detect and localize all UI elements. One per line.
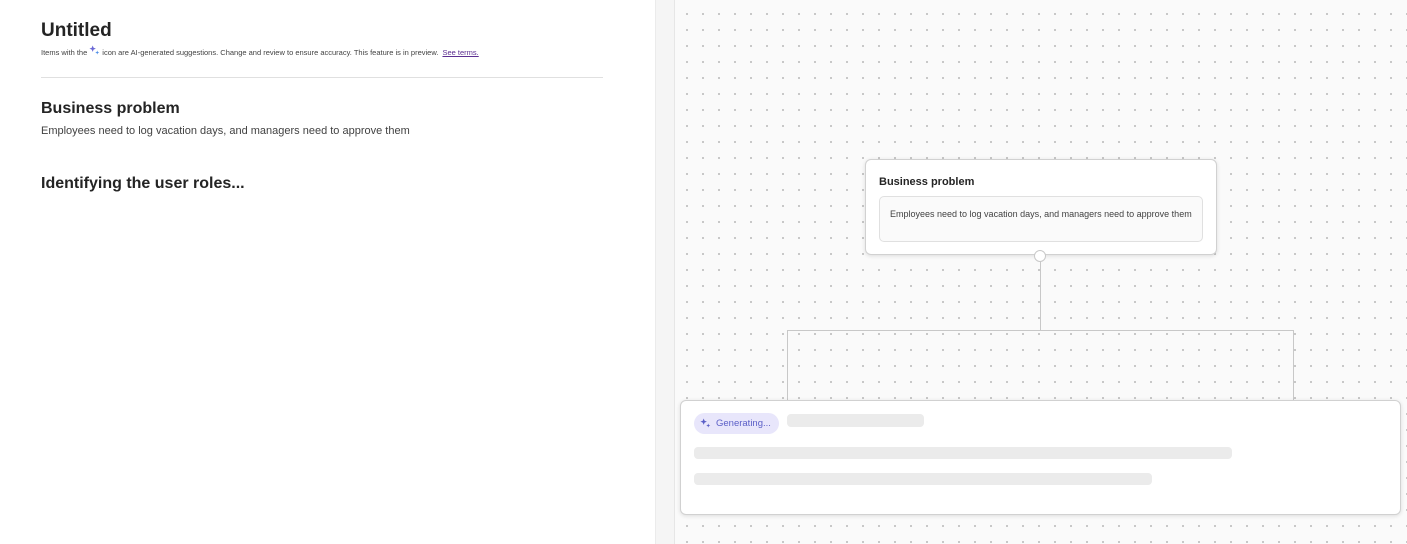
generating-badge: Generating... bbox=[694, 413, 779, 434]
business-problem-heading: Business problem bbox=[41, 100, 180, 117]
page-title[interactable]: Untitled bbox=[41, 20, 112, 42]
node-title: Business problem bbox=[879, 176, 975, 188]
see-terms-link[interactable]: See terms. bbox=[442, 48, 478, 57]
generating-label: Generating... bbox=[716, 418, 771, 429]
node-connector-handle[interactable] bbox=[1034, 250, 1046, 262]
panel-splitter[interactable] bbox=[655, 0, 675, 544]
ai-notice-text: icon are AI-generated suggestions. Chang… bbox=[102, 48, 439, 57]
user-roles-loading-heading: Identifying the user roles... bbox=[41, 175, 245, 192]
skeleton-line-2 bbox=[694, 473, 1152, 485]
connector-line-right bbox=[1293, 330, 1294, 400]
generating-card: Generating... bbox=[680, 400, 1401, 515]
sparkle-icon bbox=[700, 418, 711, 428]
ai-notice-prefix: Items with the bbox=[41, 48, 88, 57]
diagram-canvas[interactable]: Business problem Employees need to log v… bbox=[675, 0, 1407, 544]
document-panel: Untitled Items with the icon are AI-gene… bbox=[0, 0, 655, 544]
ai-notice: Items with the icon are AI-generated sug… bbox=[41, 45, 479, 58]
skeleton-line-1 bbox=[694, 447, 1232, 459]
business-problem-node[interactable]: Business problem Employees need to log v… bbox=[865, 159, 1217, 255]
node-description: Employees need to log vacation days, and… bbox=[879, 196, 1203, 242]
business-problem-text[interactable]: Employees need to log vacation days, and… bbox=[41, 125, 410, 137]
sparkle-icon bbox=[89, 45, 100, 56]
connector-line-horizontal bbox=[787, 330, 1294, 331]
skeleton-title bbox=[787, 414, 924, 427]
connector-line-left bbox=[787, 330, 788, 400]
connector-line-vertical bbox=[1040, 256, 1041, 330]
divider bbox=[41, 77, 603, 78]
